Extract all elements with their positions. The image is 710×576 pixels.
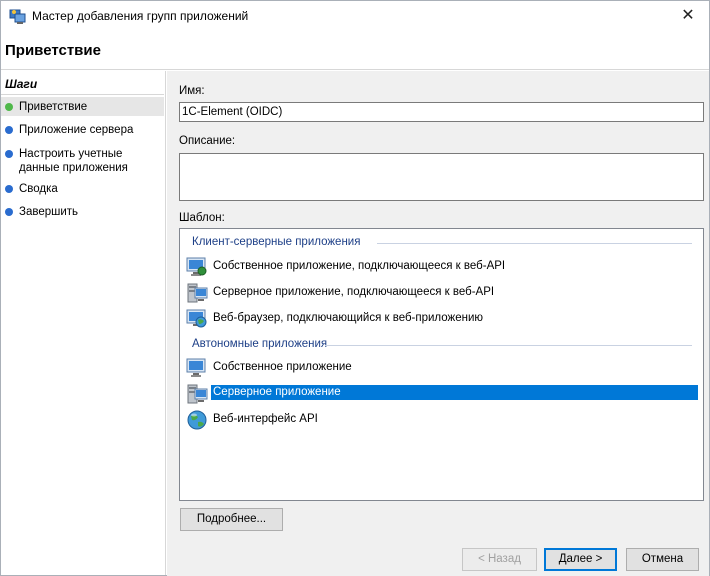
template-label: Веб-интерфейс API bbox=[213, 413, 318, 425]
title-bar: Мастер добавления групп приложений ✕ bbox=[1, 1, 709, 32]
name-input-value: 1C-Element (OIDC) bbox=[182, 106, 283, 118]
step-status-icon bbox=[5, 208, 13, 216]
next-button[interactable]: Далее > bbox=[544, 548, 617, 571]
template-browser-web-app[interactable]: Веб-браузер, подключающийся к веб-прилож… bbox=[186, 309, 698, 329]
steps-title: Шаги bbox=[5, 77, 38, 91]
window-title: Мастер добавления групп приложений bbox=[32, 9, 249, 23]
globe-icon bbox=[187, 410, 207, 430]
step-label: Настроить учетные данные приложения bbox=[19, 148, 128, 174]
native-app-icon bbox=[186, 358, 206, 377]
group-header-client-server: Клиент-серверные приложения bbox=[192, 236, 361, 248]
main-content: Имя: 1C-Element (OIDC) Описание: Шаблон:… bbox=[167, 71, 709, 545]
group-divider bbox=[325, 345, 692, 346]
template-label: Собственное приложение, подключающееся к… bbox=[213, 260, 506, 272]
server-app-icon bbox=[187, 384, 208, 404]
template-list[interactable]: Клиент-серверные приложения Собственное … bbox=[179, 228, 704, 501]
name-label: Имя: bbox=[179, 85, 205, 97]
native-app-icon bbox=[186, 257, 207, 276]
step-status-icon bbox=[5, 150, 13, 158]
steps-panel: Шаги Приветствие Приложение сервера Наст… bbox=[1, 71, 166, 575]
cancel-button[interactable]: Отмена bbox=[626, 548, 699, 571]
page-header: Приветствие bbox=[1, 32, 709, 70]
group-divider bbox=[377, 243, 692, 244]
template-label: Веб-браузер, подключающийся к веб-прилож… bbox=[213, 312, 484, 324]
step-status-icon bbox=[5, 126, 13, 134]
app-group-icon bbox=[9, 9, 26, 24]
description-input[interactable] bbox=[179, 153, 704, 201]
step-finish: Завершить bbox=[1, 205, 164, 219]
description-label: Описание: bbox=[179, 135, 236, 147]
step-server-application: Приложение сервера bbox=[1, 123, 164, 137]
template-label: Шаблон: bbox=[179, 212, 225, 224]
step-label: Сводка bbox=[19, 183, 58, 195]
wizard-window: Мастер добавления групп приложений ✕ При… bbox=[0, 0, 710, 576]
template-web-api[interactable]: Веб-интерфейс API bbox=[186, 410, 698, 430]
wizard-footer: < Назад Далее > Отмена bbox=[167, 545, 709, 576]
step-welcome: Приветствие bbox=[1, 97, 164, 116]
step-label: Завершить bbox=[19, 206, 79, 218]
step-status-icon bbox=[5, 103, 13, 111]
template-label: Серверное приложение bbox=[213, 386, 341, 398]
step-label: Приветствие bbox=[19, 101, 88, 113]
step-status-icon bbox=[5, 185, 13, 193]
browser-app-icon bbox=[186, 309, 207, 328]
template-label: Серверное приложение, подключающееся к в… bbox=[213, 286, 495, 298]
page-title: Приветствие bbox=[5, 42, 101, 59]
template-server-app-web-api[interactable]: Серверное приложение, подключающееся к в… bbox=[186, 283, 698, 303]
step-configure-credentials: Настроить учетные данные приложения bbox=[1, 147, 164, 175]
group-header-standalone: Автономные приложения bbox=[192, 338, 328, 350]
step-label: Приложение сервера bbox=[19, 124, 134, 136]
template-server-app[interactable]: Серверное приложение bbox=[186, 384, 698, 404]
server-app-icon bbox=[187, 283, 208, 303]
step-summary: Сводка bbox=[1, 182, 164, 196]
back-button[interactable]: < Назад bbox=[462, 548, 537, 571]
template-native-app[interactable]: Собственное приложение bbox=[186, 358, 698, 378]
steps-divider bbox=[1, 94, 164, 95]
close-icon: ✕ bbox=[681, 7, 695, 24]
more-info-button[interactable]: Подробнее... bbox=[180, 508, 283, 531]
name-input[interactable]: 1C-Element (OIDC) bbox=[179, 102, 704, 122]
template-label: Собственное приложение bbox=[213, 361, 352, 373]
template-native-app-web-api[interactable]: Собственное приложение, подключающееся к… bbox=[186, 257, 698, 277]
close-button[interactable]: ✕ bbox=[667, 1, 709, 31]
